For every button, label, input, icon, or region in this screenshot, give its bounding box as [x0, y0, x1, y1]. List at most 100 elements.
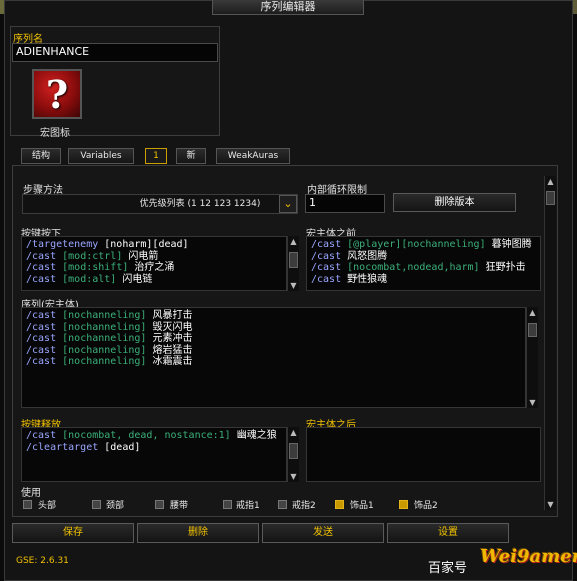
tab-new[interactable]: 新: [176, 148, 206, 164]
checkbox-belt[interactable]: [155, 500, 164, 509]
tab-weakauras[interactable]: WeakAuras: [216, 148, 290, 164]
code-token: /cast: [26, 273, 57, 285]
scroll-down-icon[interactable]: ▼: [545, 499, 556, 510]
scrollbar-thumb[interactable]: [546, 191, 555, 205]
code-line: /cleartarget [dead]: [26, 442, 286, 454]
code-token: [nocombat, dead, nostance:1]: [56, 430, 231, 441]
checkbox-trinket2[interactable]: [399, 500, 408, 509]
postmacro-editor[interactable]: [306, 427, 541, 482]
code-token: 熔岩猛击: [146, 344, 193, 356]
tab-structure[interactable]: 结构: [21, 148, 61, 164]
sequence-name-input[interactable]: ADIENHANCE: [12, 43, 218, 62]
checkbox-ring2-label: 戒指2: [292, 501, 316, 511]
checkbox-ring2[interactable]: [278, 500, 287, 509]
code-line: /cast [@player][nochanneling] 暮钟图腾: [311, 239, 540, 251]
code-token: /cast: [26, 262, 57, 273]
keyrelease-scrollbar[interactable]: ▲ ▼: [287, 427, 299, 482]
checkbox-ring1[interactable]: [223, 500, 232, 509]
code-token: /cleartarget: [26, 441, 99, 453]
tab-version-1[interactable]: 1: [145, 148, 167, 164]
keyrelease-editor[interactable]: /cast [nocombat, dead, nostance:1] 幽魂之狼 /…: [21, 427, 287, 482]
code-line: /cast [mod:shift] 治疗之涌: [26, 262, 286, 274]
code-token: [mod:ctrl]: [56, 250, 123, 262]
scroll-up-icon[interactable]: ▲: [288, 236, 299, 247]
version-panel-scrollbar[interactable]: ▲ ▼: [544, 176, 556, 510]
checkbox-trinket1[interactable]: [335, 500, 344, 509]
question-mark-icon: ?: [45, 71, 69, 117]
code-token: 毁灭闪电: [146, 321, 193, 333]
code-line: /cast [nochanneling] 风暴打击: [26, 310, 525, 322]
code-token: 元素冲击: [146, 333, 193, 344]
inner-loop-input[interactable]: 1: [305, 194, 385, 213]
step-method-value: 优先级列表 (1 12 123 1234): [139, 199, 261, 209]
sequence-body-scrollbar[interactable]: ▲ ▼: [526, 307, 538, 408]
delete-button[interactable]: 删除: [137, 523, 259, 543]
checkbox-head[interactable]: [23, 500, 32, 509]
code-line: /cast [nochanneling] 毁灭闪电: [26, 322, 525, 334]
scroll-up-icon[interactable]: ▲: [288, 427, 299, 438]
code-token: [noharm][dead]: [98, 239, 189, 250]
scroll-down-icon[interactable]: ▼: [288, 280, 299, 291]
step-method-dropdown[interactable]: 优先级列表 (1 12 123 1234): [22, 194, 298, 214]
chevron-down-icon[interactable]: ⌄: [279, 195, 297, 213]
code-token: 野性狼魂: [341, 273, 388, 285]
send-button[interactable]: 发送: [262, 523, 384, 543]
code-token: /cast: [311, 273, 342, 285]
code-token: /cast: [26, 250, 57, 262]
scrollbar-thumb[interactable]: [528, 323, 537, 337]
settings-button[interactable]: 设置: [387, 523, 509, 543]
code-token: [nochanneling]: [56, 321, 147, 333]
tab-variables[interactable]: Variables: [68, 148, 134, 164]
code-token: /cast: [26, 310, 57, 321]
code-line: /cast 野性狼魂: [311, 274, 540, 286]
code-token: /cast: [26, 356, 57, 367]
macro-icon-caption: 宏图标: [40, 128, 70, 139]
code-token: [nochanneling]: [56, 356, 147, 367]
scroll-down-icon[interactable]: ▼: [527, 397, 538, 408]
code-token: 风怒图腾: [341, 250, 388, 262]
code-token: 冰霜震击: [146, 356, 193, 367]
code-token: [nocombat,nodead,harm]: [341, 262, 480, 273]
scrollbar-thumb[interactable]: [289, 252, 298, 268]
code-token: /cast: [26, 344, 57, 356]
code-token: [nochanneling]: [56, 310, 147, 321]
save-button[interactable]: 保存: [12, 523, 134, 543]
code-token: 狂野扑击: [479, 262, 526, 273]
code-token: 暮钟图腾: [485, 239, 532, 250]
code-line: /cast [mod:ctrl] 闪电箭: [26, 251, 286, 263]
code-token: 幽魂之狼: [230, 430, 277, 441]
checkbox-trinket1-label: 饰品1: [350, 501, 374, 511]
code-token: [nochanneling]: [56, 344, 147, 356]
code-line: /cast 风怒图腾: [311, 251, 540, 263]
code-token: /cast: [26, 321, 57, 333]
code-line: /cast [nochanneling] 元素冲击: [26, 333, 525, 345]
code-token: 闪电箭: [122, 250, 159, 262]
code-token: 闪电链: [116, 273, 153, 285]
code-token: [@player][nochanneling]: [341, 239, 486, 250]
code-line: /targetenemy [noharm][dead]: [26, 239, 286, 251]
watermark-baijiahao: 百家号: [428, 561, 468, 576]
checkbox-belt-label: 腰带: [170, 501, 189, 511]
code-token: [mod:shift]: [56, 262, 129, 273]
code-token: /cast: [311, 239, 342, 250]
code-line: /cast [nochanneling] 冰霜震击: [26, 356, 525, 368]
code-token: /targetenemy: [26, 239, 99, 250]
use-label: 使用: [21, 488, 41, 499]
scrollbar-thumb[interactable]: [289, 443, 298, 459]
macro-icon-button[interactable]: ?: [32, 69, 82, 119]
keypress-editor[interactable]: /targetenemy [noharm][dead]/cast [mod:ct…: [21, 236, 287, 291]
code-token: /cast: [311, 262, 342, 273]
checkbox-head-label: 头部: [38, 501, 57, 511]
delete-version-button[interactable]: 删除版本: [393, 193, 516, 212]
keypress-scrollbar[interactable]: ▲ ▼: [287, 236, 299, 291]
window-title[interactable]: 序列编辑器: [212, 0, 364, 15]
scroll-up-icon[interactable]: ▲: [545, 176, 556, 187]
sequence-body-editor[interactable]: /cast [nochanneling] 风暴打击/cast [nochanne…: [21, 307, 526, 408]
checkbox-neck[interactable]: [92, 500, 101, 509]
premacro-editor[interactable]: /cast [@player][nochanneling] 暮钟图腾/cast …: [306, 236, 541, 291]
scroll-up-icon[interactable]: ▲: [527, 307, 538, 318]
code-token: 风暴打击: [146, 310, 193, 321]
code-line: /cast [nocombat,nodead,harm] 狂野扑击: [311, 262, 540, 274]
scroll-down-icon[interactable]: ▼: [288, 471, 299, 482]
code-token: /cast: [311, 250, 342, 262]
